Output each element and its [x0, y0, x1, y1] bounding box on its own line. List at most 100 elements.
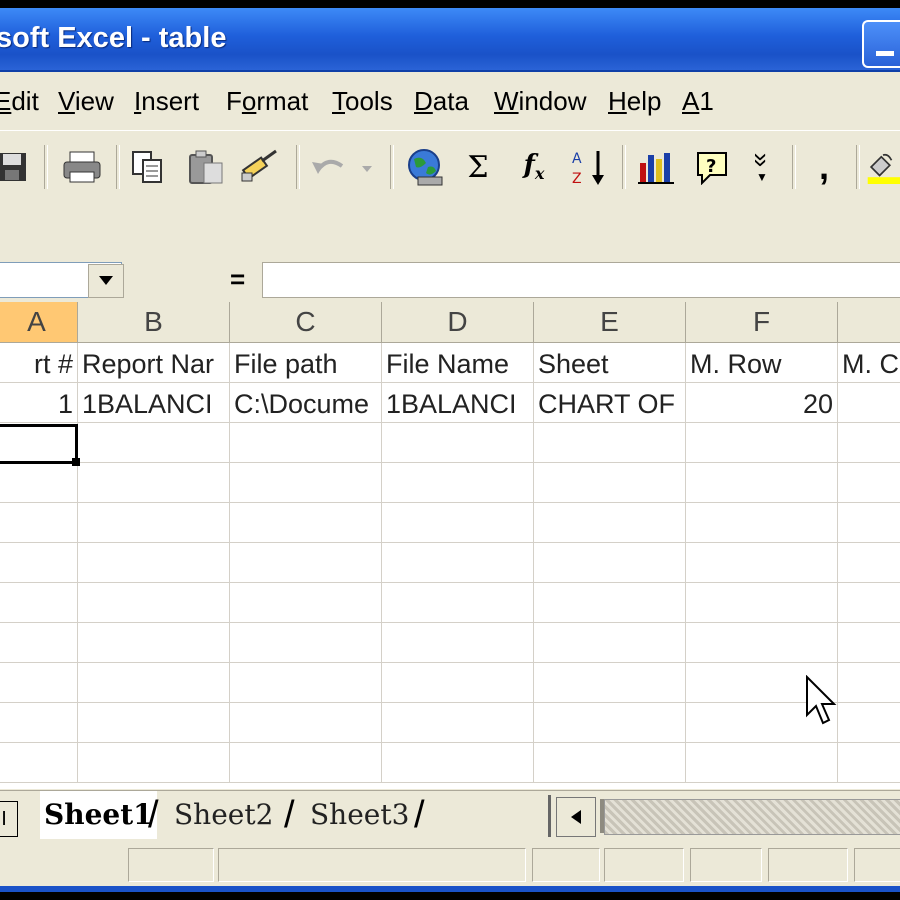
- cell-d2[interactable]: 1BALANCI: [382, 383, 534, 423]
- grid-cell[interactable]: [838, 663, 900, 703]
- column-header-c[interactable]: C: [230, 302, 382, 342]
- grid-cell[interactable]: [382, 743, 534, 783]
- hyperlink-button[interactable]: [402, 145, 446, 189]
- grid-cell[interactable]: [0, 623, 78, 663]
- menu-data[interactable]: Data: [414, 86, 469, 117]
- grid-cell[interactable]: [230, 623, 382, 663]
- menu-insert[interactable]: Insert: [134, 86, 199, 117]
- grid-cell[interactable]: [382, 663, 534, 703]
- grid-cell[interactable]: [0, 583, 78, 623]
- toolbar-options-button[interactable]: » ▼: [744, 145, 780, 189]
- fill-color-button[interactable]: [866, 145, 900, 189]
- grid-cell[interactable]: [838, 503, 900, 543]
- grid-cell[interactable]: [230, 463, 382, 503]
- menu-format[interactable]: Format: [226, 86, 308, 117]
- grid-cell[interactable]: [230, 663, 382, 703]
- cell-b2[interactable]: 1BALANCI: [78, 383, 230, 423]
- help-button[interactable]: ?: [692, 145, 732, 189]
- cell-b1[interactable]: Report Nar: [78, 343, 230, 383]
- cell-c1[interactable]: File path: [230, 343, 382, 383]
- cell-g1[interactable]: M. C: [838, 343, 900, 383]
- undo-button[interactable]: [308, 145, 378, 189]
- grid-cell[interactable]: [78, 703, 230, 743]
- grid-cell[interactable]: [534, 583, 686, 623]
- chart-wizard-button[interactable]: [634, 145, 678, 189]
- grid-cell[interactable]: [686, 423, 838, 463]
- grid-cell[interactable]: [78, 503, 230, 543]
- cell-g2[interactable]: [838, 383, 900, 423]
- title-bar[interactable]: soft Excel - table: [0, 8, 900, 72]
- grid-cell[interactable]: [78, 663, 230, 703]
- name-box-dropdown[interactable]: [88, 264, 124, 298]
- grid-cell[interactable]: [230, 503, 382, 543]
- grid-cell[interactable]: [230, 423, 382, 463]
- autosum-button[interactable]: Σ: [458, 145, 498, 189]
- grid-cell[interactable]: [0, 663, 78, 703]
- grid-cell[interactable]: [0, 703, 78, 743]
- insert-function-button[interactable]: fx: [512, 145, 556, 189]
- save-button[interactable]: [0, 145, 30, 189]
- grid-cell[interactable]: [382, 503, 534, 543]
- grid-cell[interactable]: [686, 743, 838, 783]
- grid-cell[interactable]: [230, 583, 382, 623]
- grid-cell[interactable]: [230, 743, 382, 783]
- grid-cell[interactable]: [838, 543, 900, 583]
- formula-input[interactable]: [262, 262, 900, 298]
- sheet-tab-sheet1[interactable]: Sheet1: [40, 791, 157, 839]
- grid-cell[interactable]: [382, 543, 534, 583]
- grid-cell[interactable]: [838, 583, 900, 623]
- grid-cell[interactable]: [838, 463, 900, 503]
- cell-a2[interactable]: 1: [0, 383, 78, 423]
- grid-cell[interactable]: [534, 663, 686, 703]
- grid-cell[interactable]: [230, 543, 382, 583]
- menu-help[interactable]: Help: [608, 86, 661, 117]
- grid-cell[interactable]: [382, 463, 534, 503]
- cell-d1[interactable]: File Name: [382, 343, 534, 383]
- grid-cell[interactable]: [78, 423, 230, 463]
- menu-a1[interactable]: A1: [682, 86, 714, 117]
- grid-cell[interactable]: [838, 423, 900, 463]
- column-header-a[interactable]: A: [0, 302, 78, 342]
- tab-split-divider[interactable]: [548, 795, 551, 837]
- grid-cell[interactable]: [78, 543, 230, 583]
- grid-cell[interactable]: [686, 543, 838, 583]
- cell-a1[interactable]: rt #: [0, 343, 78, 383]
- fill-handle[interactable]: [72, 458, 80, 466]
- comma-style-button[interactable]: ,: [806, 145, 842, 189]
- grid-cell[interactable]: [686, 503, 838, 543]
- grid-cell[interactable]: [838, 623, 900, 663]
- cell-e2[interactable]: CHART OF: [534, 383, 686, 423]
- grid-cell[interactable]: [0, 503, 78, 543]
- cell-e1[interactable]: Sheet: [534, 343, 686, 383]
- grid-cell[interactable]: [534, 423, 686, 463]
- grid-cell[interactable]: [534, 463, 686, 503]
- minimize-button[interactable]: [862, 20, 900, 68]
- column-header-b[interactable]: B: [78, 302, 230, 342]
- cell-c2[interactable]: C:\Docume: [230, 383, 382, 423]
- grid-cell[interactable]: [534, 703, 686, 743]
- horizontal-scrollbar[interactable]: [604, 799, 900, 835]
- grid-cell[interactable]: [534, 543, 686, 583]
- menu-view[interactable]: View: [58, 86, 114, 117]
- grid-cell[interactable]: [382, 623, 534, 663]
- grid-cell[interactable]: [686, 583, 838, 623]
- grid-cell[interactable]: [78, 743, 230, 783]
- grid-cell[interactable]: [838, 743, 900, 783]
- grid-cell[interactable]: [78, 583, 230, 623]
- grid-cell[interactable]: [382, 703, 534, 743]
- active-cell-a3[interactable]: [0, 424, 78, 464]
- sheet-tab-sheet2[interactable]: Sheet2: [174, 791, 273, 839]
- sort-ascending-button[interactable]: AZ: [566, 145, 610, 189]
- column-header-g[interactable]: [838, 302, 900, 342]
- menu-edit[interactable]: Edit: [0, 86, 39, 117]
- cell-f2[interactable]: 20: [686, 383, 838, 423]
- column-header-d[interactable]: D: [382, 302, 534, 342]
- grid-cell[interactable]: [78, 623, 230, 663]
- grid-cell[interactable]: [0, 463, 78, 503]
- grid-cell[interactable]: [686, 463, 838, 503]
- grid-cell[interactable]: [534, 503, 686, 543]
- grid-cell[interactable]: [78, 463, 230, 503]
- column-header-e[interactable]: E: [534, 302, 686, 342]
- menu-tools[interactable]: Tools: [332, 86, 393, 117]
- sheet-tab-sheet3[interactable]: Sheet3: [310, 791, 409, 839]
